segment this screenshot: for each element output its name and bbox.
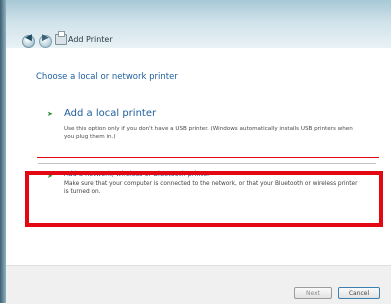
add-printer-window: ◀ ▶ Add Printer Choose a local or networ…	[0, 0, 391, 304]
next-button[interactable]: Next	[294, 287, 332, 299]
cancel-button[interactable]: Cancel	[338, 287, 380, 299]
forward-arrow-icon: ▶	[42, 33, 49, 43]
add-local-printer-option[interactable]: Add a local printer	[64, 108, 156, 119]
footer-bar	[6, 265, 391, 304]
option-divider	[38, 163, 376, 164]
forward-button[interactable]: ▶	[39, 33, 52, 48]
back-button[interactable]: ◀	[22, 33, 35, 48]
highlight-line	[37, 157, 379, 159]
add-local-printer-description: Use this option only if you don't have a…	[64, 126, 353, 140]
arrow-icon: ➤	[47, 110, 53, 118]
page-heading: Choose a local or network printer	[36, 72, 178, 82]
back-arrow-icon: ◀	[25, 33, 32, 43]
window-title: Add Printer	[68, 35, 113, 44]
printer-icon	[55, 31, 67, 45]
highlight-box	[25, 171, 383, 227]
